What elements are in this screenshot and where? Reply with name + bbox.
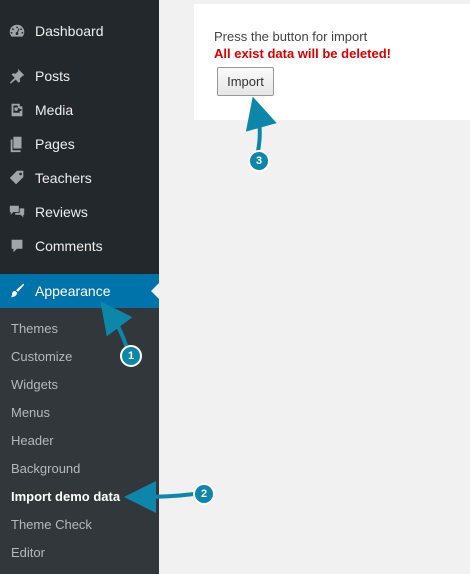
sidebar-item-reviews[interactable]: Reviews [0, 195, 159, 229]
callout-badge-3: 3 [248, 150, 270, 172]
sidebar-item-posts[interactable]: Posts [0, 59, 159, 93]
sidebar-item-label: Posts [35, 68, 71, 84]
pin-icon [8, 67, 26, 85]
pages-icon [8, 135, 26, 153]
callout-badge-1: 1 [120, 345, 142, 367]
reviews-icon [8, 203, 26, 221]
submenu-item-background[interactable]: Background [11, 459, 80, 479]
submenu-item-header[interactable]: Header [11, 431, 54, 451]
sidebar-item-dashboard[interactable]: Dashboard [0, 14, 159, 48]
media-icon [8, 101, 26, 119]
submenu-item-menus[interactable]: Menus [11, 403, 50, 423]
import-instructions: Press the button for import [214, 29, 368, 44]
tag-icon [8, 169, 26, 187]
dashboard-icon [8, 22, 26, 40]
sidebar-item-appearance[interactable]: Appearance [0, 274, 159, 308]
sidebar-item-label: Teachers [35, 170, 92, 186]
sidebar-item-comments[interactable]: Comments [0, 229, 159, 263]
import-button[interactable]: Import [217, 67, 274, 96]
import-panel: Press the button for import All exist da… [194, 4, 470, 120]
submenu-item-widgets[interactable]: Widgets [11, 375, 58, 395]
comment-icon [8, 237, 26, 255]
brush-icon [8, 282, 26, 300]
submenu-item-theme-check[interactable]: Theme Check [11, 515, 92, 535]
sidebar-item-label: Dashboard [35, 23, 104, 39]
submenu-item-themes[interactable]: Themes [11, 319, 58, 339]
sidebar-item-label: Reviews [35, 204, 88, 220]
delete-warning: All exist data will be deleted! [214, 46, 391, 61]
sidebar-item-label: Appearance [35, 283, 111, 299]
submenu-item-customize[interactable]: Customize [11, 347, 72, 367]
submenu-item-import-demo-data[interactable]: Import demo data [11, 487, 120, 507]
sidebar-item-label: Media [35, 102, 74, 118]
admin-sidebar: Dashboard Posts Media Pages Teachers Rev… [0, 0, 159, 574]
sidebar-item-teachers[interactable]: Teachers [0, 161, 159, 195]
sidebar-item-label: Comments [35, 238, 103, 254]
callout-badge-2: 2 [193, 483, 215, 505]
sidebar-item-label: Pages [35, 136, 75, 152]
active-indicator [151, 283, 159, 299]
sidebar-item-media[interactable]: Media [0, 93, 159, 127]
sidebar-item-pages[interactable]: Pages [0, 127, 159, 161]
submenu-item-editor[interactable]: Editor [11, 543, 45, 563]
